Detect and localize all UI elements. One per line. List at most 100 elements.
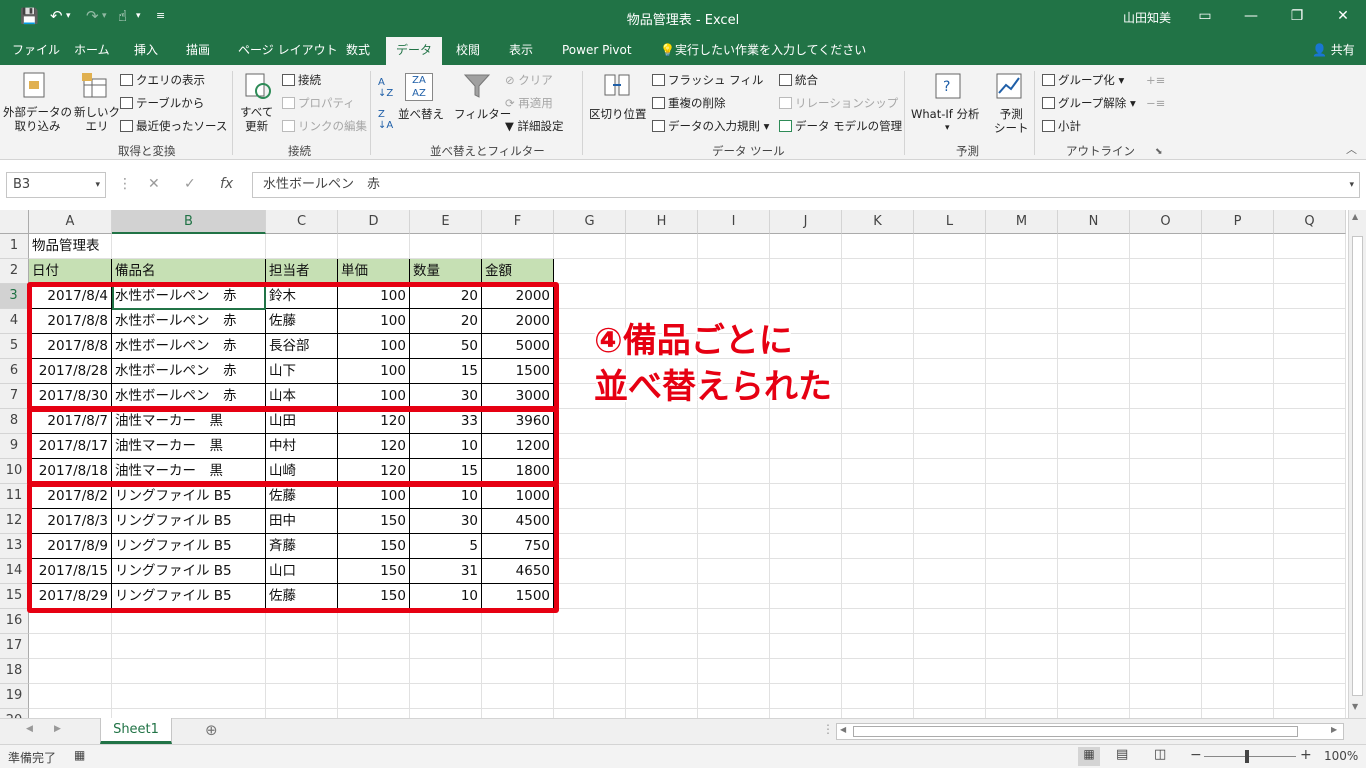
row-header[interactable]: 10	[0, 459, 29, 484]
row-header[interactable]: 20	[0, 709, 29, 718]
grid-cell[interactable]	[29, 634, 112, 659]
grid-cell[interactable]	[842, 384, 914, 409]
grid-cell[interactable]	[410, 634, 482, 659]
ribbon-options-icon[interactable]: ▭	[1190, 4, 1220, 28]
grid-cell[interactable]	[770, 634, 842, 659]
grid-cell[interactable]	[698, 434, 770, 459]
row-header[interactable]: 17	[0, 634, 29, 659]
grid-cell[interactable]	[770, 284, 842, 309]
column-header[interactable]: G	[554, 210, 626, 234]
grid-cell[interactable]	[554, 659, 626, 684]
grid-cell[interactable]	[1058, 534, 1130, 559]
grid-cell[interactable]	[986, 509, 1058, 534]
grid-cell[interactable]	[770, 509, 842, 534]
grid-cell[interactable]	[1058, 234, 1130, 259]
column-header[interactable]: A	[29, 210, 112, 234]
grid-cell[interactable]	[626, 559, 698, 584]
grid-cell[interactable]	[1202, 534, 1274, 559]
grid-cell[interactable]	[1274, 559, 1346, 584]
grid-cell[interactable]	[698, 634, 770, 659]
grid-cell[interactable]	[914, 709, 986, 718]
grid-cell[interactable]	[554, 509, 626, 534]
recent-sources-button[interactable]: 最近使ったソース	[120, 119, 227, 133]
close-icon[interactable]: ✕	[1328, 4, 1358, 28]
user-name[interactable]: 山田知美	[1123, 9, 1171, 26]
grid-cell[interactable]	[1130, 259, 1202, 284]
grid-cell[interactable]	[554, 484, 626, 509]
grid-cell[interactable]	[842, 584, 914, 609]
grid-cell[interactable]	[266, 684, 338, 709]
grid-cell[interactable]	[1202, 459, 1274, 484]
collapse-ribbon-icon[interactable]: ︿	[1346, 143, 1357, 157]
grid-cell[interactable]	[770, 534, 842, 559]
grid-cell[interactable]	[1274, 434, 1346, 459]
grid-cell[interactable]	[698, 534, 770, 559]
grid-cell[interactable]	[1058, 434, 1130, 459]
grid-cell[interactable]	[1274, 584, 1346, 609]
what-if-button[interactable]: What-If 分析	[911, 107, 979, 121]
grid-cell[interactable]	[1274, 359, 1346, 384]
row-header[interactable]: 18	[0, 659, 29, 684]
row-header[interactable]: 13	[0, 534, 29, 559]
prev-sheet-icon[interactable]: ◀	[26, 724, 33, 734]
cancel-icon[interactable]: ✕	[148, 176, 160, 192]
vertical-scrollbar[interactable]: ▲ ▼	[1348, 210, 1366, 718]
grid-cell[interactable]	[410, 659, 482, 684]
grid-cell[interactable]	[554, 534, 626, 559]
grid-cell[interactable]	[842, 659, 914, 684]
grid-cell[interactable]	[1202, 559, 1274, 584]
grid-cell[interactable]	[338, 234, 410, 259]
grid-cell[interactable]	[770, 434, 842, 459]
grid-cell[interactable]	[698, 709, 770, 718]
grid-cell[interactable]	[914, 509, 986, 534]
grid-cell[interactable]	[1130, 559, 1202, 584]
grid-cell[interactable]	[266, 634, 338, 659]
column-header[interactable]: Q	[1274, 210, 1346, 234]
grid-cell[interactable]	[842, 284, 914, 309]
grid-cell[interactable]	[29, 709, 112, 718]
grid-cell[interactable]	[986, 709, 1058, 718]
table-header-cell[interactable]: 数量	[410, 259, 482, 284]
grid-cell[interactable]	[112, 659, 266, 684]
grid-cell[interactable]	[842, 634, 914, 659]
grid-cell[interactable]	[29, 684, 112, 709]
grid-cell[interactable]	[698, 584, 770, 609]
grid-cell[interactable]	[1130, 434, 1202, 459]
grid-cell[interactable]	[986, 409, 1058, 434]
subtotal-button[interactable]: 小計	[1042, 119, 1081, 133]
grid-cell[interactable]	[842, 409, 914, 434]
column-header[interactable]: C	[266, 210, 338, 234]
grid-cell[interactable]	[1202, 309, 1274, 334]
sheet-title-cell[interactable]: 物品管理表	[29, 234, 112, 259]
column-header[interactable]: B	[112, 210, 266, 234]
advanced-filter-button[interactable]: ▼ 詳細設定	[505, 119, 564, 133]
row-header[interactable]: 6	[0, 359, 29, 384]
grid-cell[interactable]	[1058, 684, 1130, 709]
grid-cell[interactable]	[626, 259, 698, 284]
grid-cell[interactable]	[1058, 484, 1130, 509]
grid-cell[interactable]	[986, 609, 1058, 634]
row-header[interactable]: 14	[0, 559, 29, 584]
grid-cell[interactable]	[1130, 534, 1202, 559]
row-header[interactable]: 2	[0, 259, 29, 284]
page-break-view-icon[interactable]: ◫	[1154, 747, 1166, 762]
grid-cell[interactable]	[1274, 609, 1346, 634]
grid-cell[interactable]	[986, 384, 1058, 409]
normal-view-icon[interactable]: ▦	[1078, 747, 1100, 766]
grid-cell[interactable]	[554, 434, 626, 459]
grid-cell[interactable]	[770, 459, 842, 484]
grid-cell[interactable]	[1130, 659, 1202, 684]
grid-cell[interactable]	[1274, 234, 1346, 259]
grid-cell[interactable]	[1274, 309, 1346, 334]
scroll-down-icon[interactable]: ▼	[1352, 702, 1358, 711]
grid-cell[interactable]	[1202, 234, 1274, 259]
grid-cell[interactable]	[112, 634, 266, 659]
grid-cell[interactable]	[112, 709, 266, 718]
grid-cell[interactable]	[626, 709, 698, 718]
grid-cell[interactable]	[1130, 309, 1202, 334]
grid-cell[interactable]	[1202, 709, 1274, 718]
tab-page-layout[interactable]: ページ レイアウト	[236, 41, 340, 59]
grid-cell[interactable]	[1202, 484, 1274, 509]
grid-cell[interactable]	[1202, 434, 1274, 459]
grid-cell[interactable]	[1130, 384, 1202, 409]
